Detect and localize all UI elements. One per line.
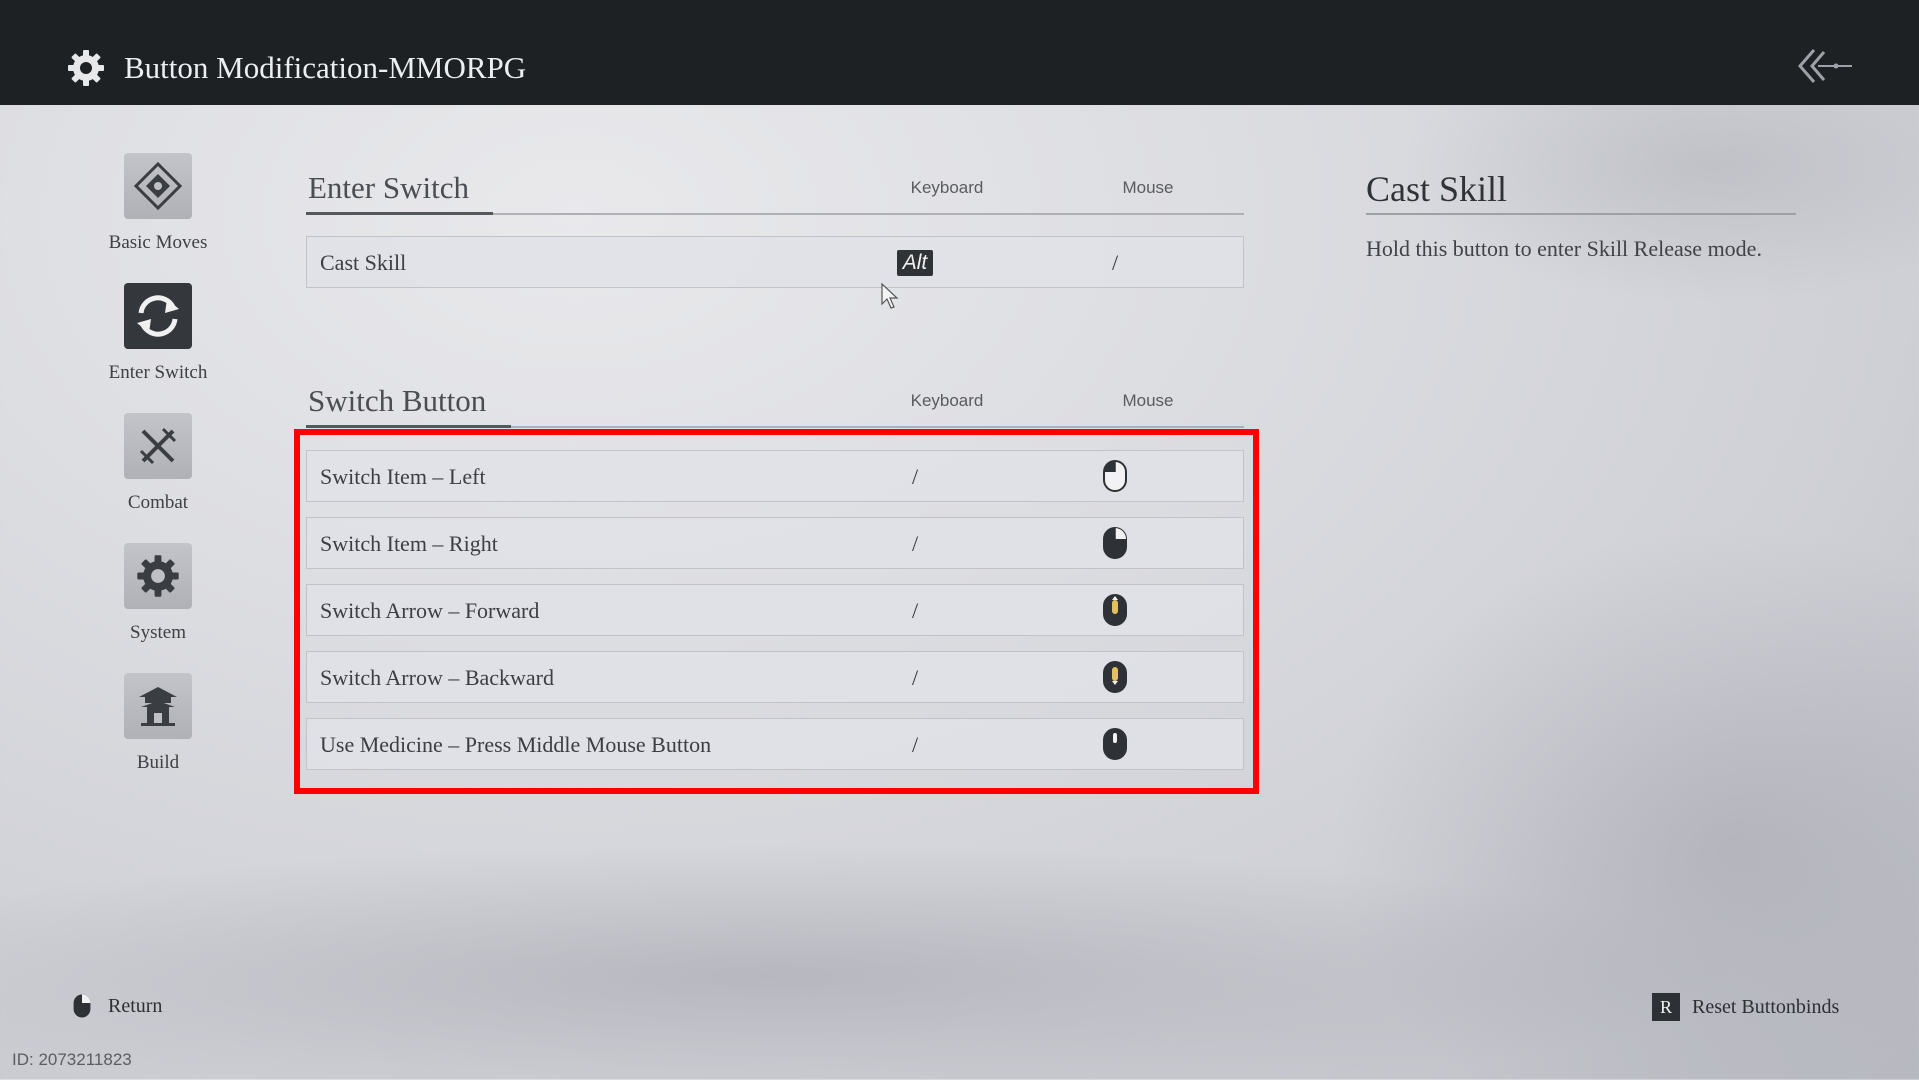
sidebar-item-basic-moves[interactable]: Basic Moves	[96, 153, 220, 254]
mouse-binding[interactable]	[1085, 660, 1145, 700]
mouse-scroll-down-icon	[1103, 661, 1127, 693]
keyboard-binding[interactable]: /	[885, 531, 945, 557]
action-label: Switch Arrow – Backward	[320, 665, 555, 690]
keyboard-binding[interactable]: /	[885, 732, 945, 758]
detail-description: Hold this button to enter Skill Release …	[1366, 236, 1762, 261]
sidebar-item-label: Combat	[127, 492, 189, 513]
column-header-mouse: Mouse	[1122, 391, 1174, 410]
mouse-right-click-icon	[73, 994, 91, 1018]
action-label: Cast Skill	[320, 250, 407, 275]
section-title-switch-button: Switch Button	[308, 383, 487, 418]
keyboard-binding[interactable]: /	[885, 464, 945, 490]
mouse-middle-click-icon	[1103, 728, 1127, 760]
switch-arrows-icon	[124, 283, 192, 349]
keybind-row-switch-item-right[interactable]: Switch Item – Right /	[306, 517, 1244, 569]
settings-gear-icon	[68, 50, 104, 86]
sidebar-item-system[interactable]: System	[96, 543, 220, 644]
detail-divider	[1366, 213, 1796, 215]
sidebar-item-label: Build	[136, 752, 180, 773]
action-label: Switch Item – Right	[320, 531, 498, 556]
mouse-left-click-icon	[1103, 460, 1127, 492]
sidebar-item-label: Enter Switch	[108, 362, 208, 383]
column-header-keyboard: Keyboard	[910, 178, 984, 197]
mouse-scroll-up-icon	[1103, 594, 1127, 626]
id-watermark: ID: 2073211823	[12, 1050, 132, 1069]
back-arrow-icon[interactable]	[1796, 46, 1854, 86]
keyboard-binding[interactable]: Alt	[885, 249, 945, 276]
reset-buttonbinds-button[interactable]: R Reset Buttonbinds	[1652, 993, 1839, 1021]
reset-label: Reset Buttonbinds	[1692, 995, 1840, 1018]
mouse-binding[interactable]	[1085, 459, 1145, 499]
mouse-pointer-icon	[881, 282, 899, 309]
action-label: Switch Item – Left	[320, 464, 486, 489]
return-button[interactable]: Return	[72, 993, 162, 1019]
sidebar-item-build[interactable]: Build	[96, 673, 220, 774]
column-header-keyboard: Keyboard	[910, 391, 984, 410]
section-title-underline	[306, 425, 511, 428]
action-label: Use Medicine – Press Middle Mouse Button	[320, 732, 712, 757]
mouse-binding[interactable]	[1085, 727, 1145, 767]
keybind-row-switch-arrow-backward[interactable]: Switch Arrow – Backward /	[306, 651, 1244, 703]
pagoda-icon	[124, 673, 192, 739]
section-title-enter-switch: Enter Switch	[308, 170, 469, 205]
sidebar-item-label: Basic Moves	[108, 232, 208, 253]
keybind-row-switch-item-left[interactable]: Switch Item – Left /	[306, 450, 1244, 502]
sidebar-item-combat[interactable]: Combat	[96, 413, 220, 514]
sidebar-item-enter-switch[interactable]: Enter Switch	[96, 283, 220, 384]
keybind-row-cast-skill[interactable]: Cast Skill Alt /	[306, 236, 1244, 288]
mouse-binding[interactable]: /	[1085, 250, 1145, 276]
crossed-swords-icon	[124, 413, 192, 479]
section-title-underline	[306, 212, 493, 215]
gear-icon	[124, 543, 192, 609]
keybind-row-use-medicine[interactable]: Use Medicine – Press Middle Mouse Button…	[306, 718, 1244, 770]
action-label: Switch Arrow – Forward	[320, 598, 540, 623]
diamond-compass-icon	[124, 153, 192, 219]
mouse-binding[interactable]	[1085, 526, 1145, 566]
column-header-mouse: Mouse	[1122, 178, 1174, 197]
sidebar-item-label: System	[130, 622, 186, 643]
title-bar: Button Modification-MMORPG	[0, 0, 1919, 105]
keybind-row-switch-arrow-forward[interactable]: Switch Arrow – Forward /	[306, 584, 1244, 636]
mouse-binding[interactable]	[1085, 593, 1145, 633]
keyboard-binding[interactable]: /	[885, 665, 945, 691]
r-key-badge: R	[1652, 993, 1680, 1021]
detail-title: Cast Skill	[1366, 169, 1508, 209]
alt-key-badge: Alt	[896, 250, 934, 276]
page-title: Button Modification-MMORPG	[124, 50, 527, 85]
keyboard-binding[interactable]: /	[885, 598, 945, 624]
return-label: Return	[108, 994, 163, 1017]
mouse-right-click-icon	[1103, 527, 1127, 559]
